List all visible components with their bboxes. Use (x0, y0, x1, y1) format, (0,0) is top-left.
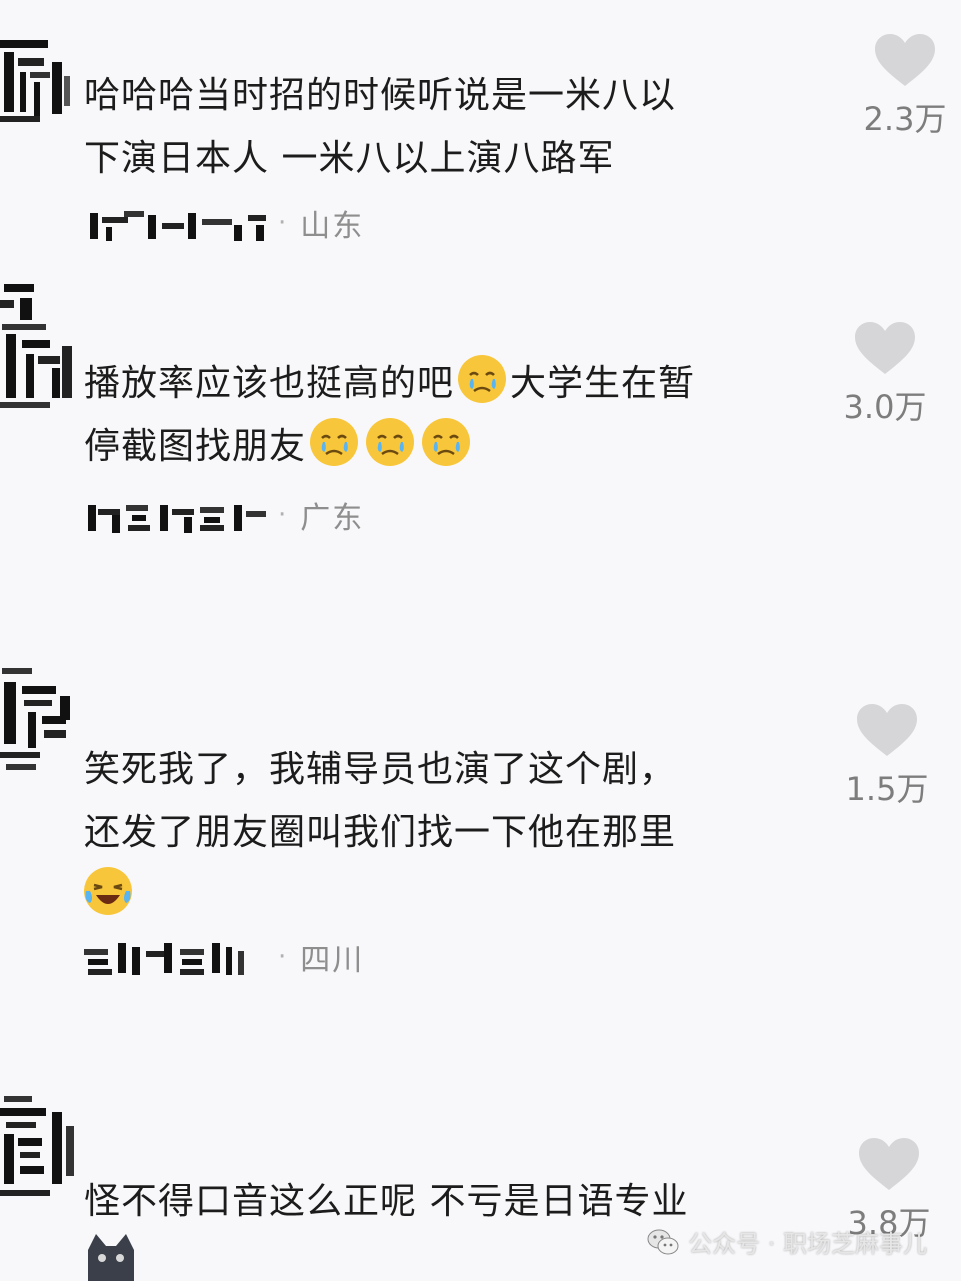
comment-text-part: 笑死我了，我辅导员也演了这个剧， 还发了朋友圈叫我们找一下他在那里 (84, 749, 677, 853)
like-button[interactable]: 1.5万 (832, 702, 942, 810)
cat-icon (88, 1234, 134, 1281)
separator-dot: · (278, 500, 287, 530)
username-redacted[interactable] (84, 937, 274, 977)
like-button[interactable]: 3.0万 (830, 320, 940, 428)
comment-text: 播放率应该也挺高的吧 大学生在暂 停截图找朋友 (84, 352, 824, 478)
like-count: 2.3万 (863, 100, 947, 138)
comment-region: 广东 (300, 501, 365, 536)
comment-item: 哈哈哈当时招的时候听说是一米八以 下演日本人 一米八以上演八路军 · 山东 2.… (0, 0, 961, 260)
username-redacted[interactable] (84, 203, 274, 243)
avatar[interactable] (0, 276, 78, 416)
laughing-tears-icon (84, 867, 132, 915)
comment-meta: · 广东 (84, 490, 364, 540)
avatar[interactable] (0, 1086, 78, 1206)
watermark: 公众号 · 职场芝麻事儿 (646, 1224, 927, 1259)
comment-region: 四川 (300, 943, 365, 978)
separator-dot: · (278, 942, 287, 972)
heart-icon (857, 704, 917, 756)
comment-item: 播放率应该也挺高的吧 大学生在暂 停截图找朋友 · 广东 3.0万 (0, 262, 961, 562)
heart-icon (875, 34, 935, 86)
comment-text-part: 播放率应该也挺高的吧 (84, 363, 455, 404)
separator-dot: · (278, 208, 287, 238)
comment-text: 哈哈哈当时招的时候听说是一米八以 下演日本人 一米八以上演八路军 (84, 75, 677, 179)
username-redacted[interactable] (84, 495, 274, 535)
avatar[interactable] (0, 660, 78, 780)
crying-face-icon (310, 418, 359, 466)
avatar[interactable] (0, 18, 78, 128)
comment-item: 笑死我了，我辅导员也演了这个剧， 还发了朋友圈叫我们找一下他在那里 · 四川 1… (0, 652, 961, 992)
crying-face-icon (458, 355, 507, 403)
heart-icon (859, 1138, 919, 1190)
wechat-icon (647, 1229, 679, 1254)
crying-face-icon (366, 418, 415, 466)
comment-list: 哈哈哈当时招的时候听说是一米八以 下演日本人 一米八以上演八路军 · 山东 2.… (0, 0, 961, 1281)
like-count: 1.5万 (845, 770, 929, 808)
next-avatar-partial (84, 1230, 138, 1281)
crying-face-icon (422, 418, 471, 466)
like-button[interactable]: 2.3万 (850, 32, 960, 140)
comment-region: 山东 (300, 209, 365, 244)
comment-text: 笑死我了，我辅导员也演了这个剧， 还发了朋友圈叫我们找一下他在那里 (84, 738, 824, 927)
comment-meta: · 四川 (84, 932, 364, 982)
heart-icon (855, 322, 915, 374)
comment-meta: · 山东 (84, 198, 364, 248)
like-count: 3.0万 (843, 388, 927, 426)
watermark-text: 公众号 · 职场芝麻事儿 (688, 1230, 927, 1258)
